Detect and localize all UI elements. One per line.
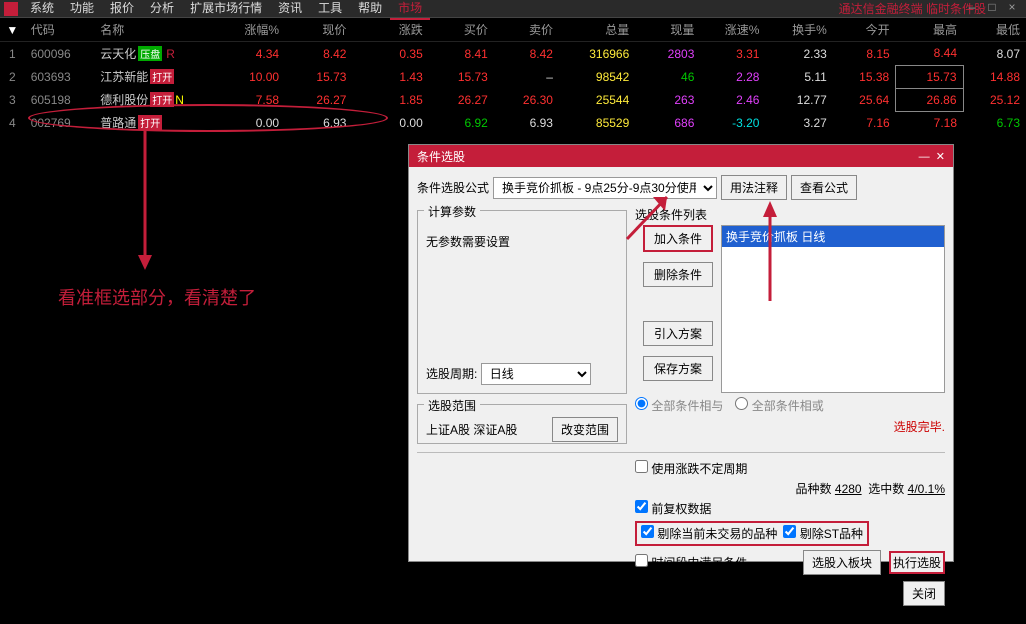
dialog-titlebar[interactable]: 条件选股 — ✕ — [409, 145, 953, 167]
status-text: 选股完毕. — [635, 418, 945, 435]
col-10[interactable]: 涨速% — [700, 18, 765, 42]
menu-3[interactable]: 分析 — [142, 0, 182, 20]
run-button[interactable]: 执行选股 — [889, 551, 945, 574]
chk-notrade[interactable]: 剔除当前未交易的品种 — [641, 525, 777, 542]
dialog-close-icon[interactable]: ✕ — [936, 151, 945, 163]
view-formula-button[interactable]: 查看公式 — [791, 175, 857, 200]
delete-condition-button[interactable]: 删除条件 — [643, 262, 713, 287]
formula-select[interactable]: 换手竞价抓板 - 9点25分-9点30分使用 — [493, 177, 717, 199]
menu-0[interactable]: 系统 — [22, 0, 62, 20]
menu-8[interactable]: 市场 — [390, 0, 430, 20]
save-scheme-button[interactable]: 保存方案 — [643, 356, 713, 381]
menu-6[interactable]: 工具 — [310, 0, 350, 20]
col-9[interactable]: 现量 — [635, 18, 700, 42]
col-1[interactable]: 代码 — [25, 18, 95, 42]
add-condition-button[interactable]: 加入条件 — [643, 225, 713, 252]
no-params-text: 无参数需要设置 — [426, 219, 618, 250]
radio-and[interactable]: 全部条件相与 — [635, 397, 723, 414]
scope-group: 选股范围 上证A股 深证A股 改变范围 — [417, 404, 627, 444]
menu-7[interactable]: 帮助 — [350, 0, 390, 20]
annotation-text: 看准框选部分，看清楚了 — [58, 284, 256, 310]
dialog-min-icon[interactable]: — — [919, 151, 930, 163]
condition-dialog: 条件选股 — ✕ 条件选股公式 换手竞价抓板 - 9点25分-9点30分使用 用… — [408, 144, 954, 562]
col-8[interactable]: 总量 — [559, 18, 635, 42]
menu-2[interactable]: 报价 — [102, 0, 142, 20]
chk-time[interactable]: 时间段内满足条件 — [635, 554, 747, 571]
stock-table: ▼代码名称涨幅%现价涨跌买价卖价总量现量涨速%换手%今开最高最低 1600096… — [0, 18, 1026, 134]
chk-fq[interactable]: 前复权数据 — [635, 500, 711, 517]
menu-4[interactable]: 扩展市场行情 — [182, 0, 270, 20]
menubar: 系统功能报价分析扩展市场行情资讯工具帮助市场 通达信金融终端 临时条件股 –□× — [0, 0, 1026, 18]
col-12[interactable]: 今开 — [833, 18, 896, 42]
col-14[interactable]: 最低 — [963, 18, 1026, 42]
table-row[interactable]: 4002769普路通打开0.006.930.006.926.9385529686… — [0, 111, 1026, 134]
col-6[interactable]: 买价 — [429, 18, 494, 42]
table-row[interactable]: 1600096云天化压盘R4.348.420.358.418.423169662… — [0, 42, 1026, 66]
annotation-arrow-1 — [130, 130, 160, 270]
col-5[interactable]: 涨跌 — [352, 18, 428, 42]
period-label: 选股周期: — [426, 367, 477, 381]
period-select[interactable]: 日线 — [481, 363, 591, 385]
close-button[interactable]: 关闭 — [903, 581, 945, 606]
usage-button[interactable]: 用法注释 — [721, 175, 787, 200]
change-scope-button[interactable]: 改变范围 — [552, 417, 618, 442]
scope-text: 上证A股 深证A股 — [426, 421, 517, 438]
col-4[interactable]: 现价 — [285, 18, 352, 42]
window-controls[interactable]: –□× — [962, 0, 1022, 14]
params-group: 计算参数 无参数需要设置 选股周期: 日线 — [417, 210, 627, 394]
table-row[interactable]: 3605198德利股份打开N7.5826.271.8526.2726.30255… — [0, 88, 1026, 111]
to-block-button[interactable]: 选股入板块 — [803, 550, 881, 575]
condition-listbox[interactable]: 换手竞价抓板 日线 — [721, 225, 945, 393]
import-scheme-button[interactable]: 引入方案 — [643, 321, 713, 346]
list-item[interactable]: 换手竞价抓板 日线 — [722, 226, 944, 247]
col-3[interactable]: 涨幅% — [218, 18, 285, 42]
formula-label: 条件选股公式 — [417, 179, 489, 196]
menu-5[interactable]: 资讯 — [270, 0, 310, 20]
dialog-title-text: 条件选股 — [417, 148, 465, 165]
chk-cycle[interactable]: 使用涨跌不定周期 — [635, 460, 747, 477]
menu-1[interactable]: 功能 — [62, 0, 102, 20]
col-0[interactable]: ▼ — [0, 18, 25, 42]
table-row[interactable]: 2603693江苏新能打开10.0015.731.4315.73–9854246… — [0, 65, 1026, 88]
col-2[interactable]: 名称 — [94, 18, 217, 42]
list-label: 选股条件列表 — [635, 206, 945, 223]
col-11[interactable]: 换手% — [765, 18, 832, 42]
app-icon — [4, 2, 18, 16]
col-7[interactable]: 卖价 — [494, 18, 559, 42]
chk-st[interactable]: 剔除ST品种 — [783, 525, 863, 542]
radio-or[interactable]: 全部条件相或 — [735, 397, 823, 414]
col-13[interactable]: 最高 — [896, 18, 963, 42]
